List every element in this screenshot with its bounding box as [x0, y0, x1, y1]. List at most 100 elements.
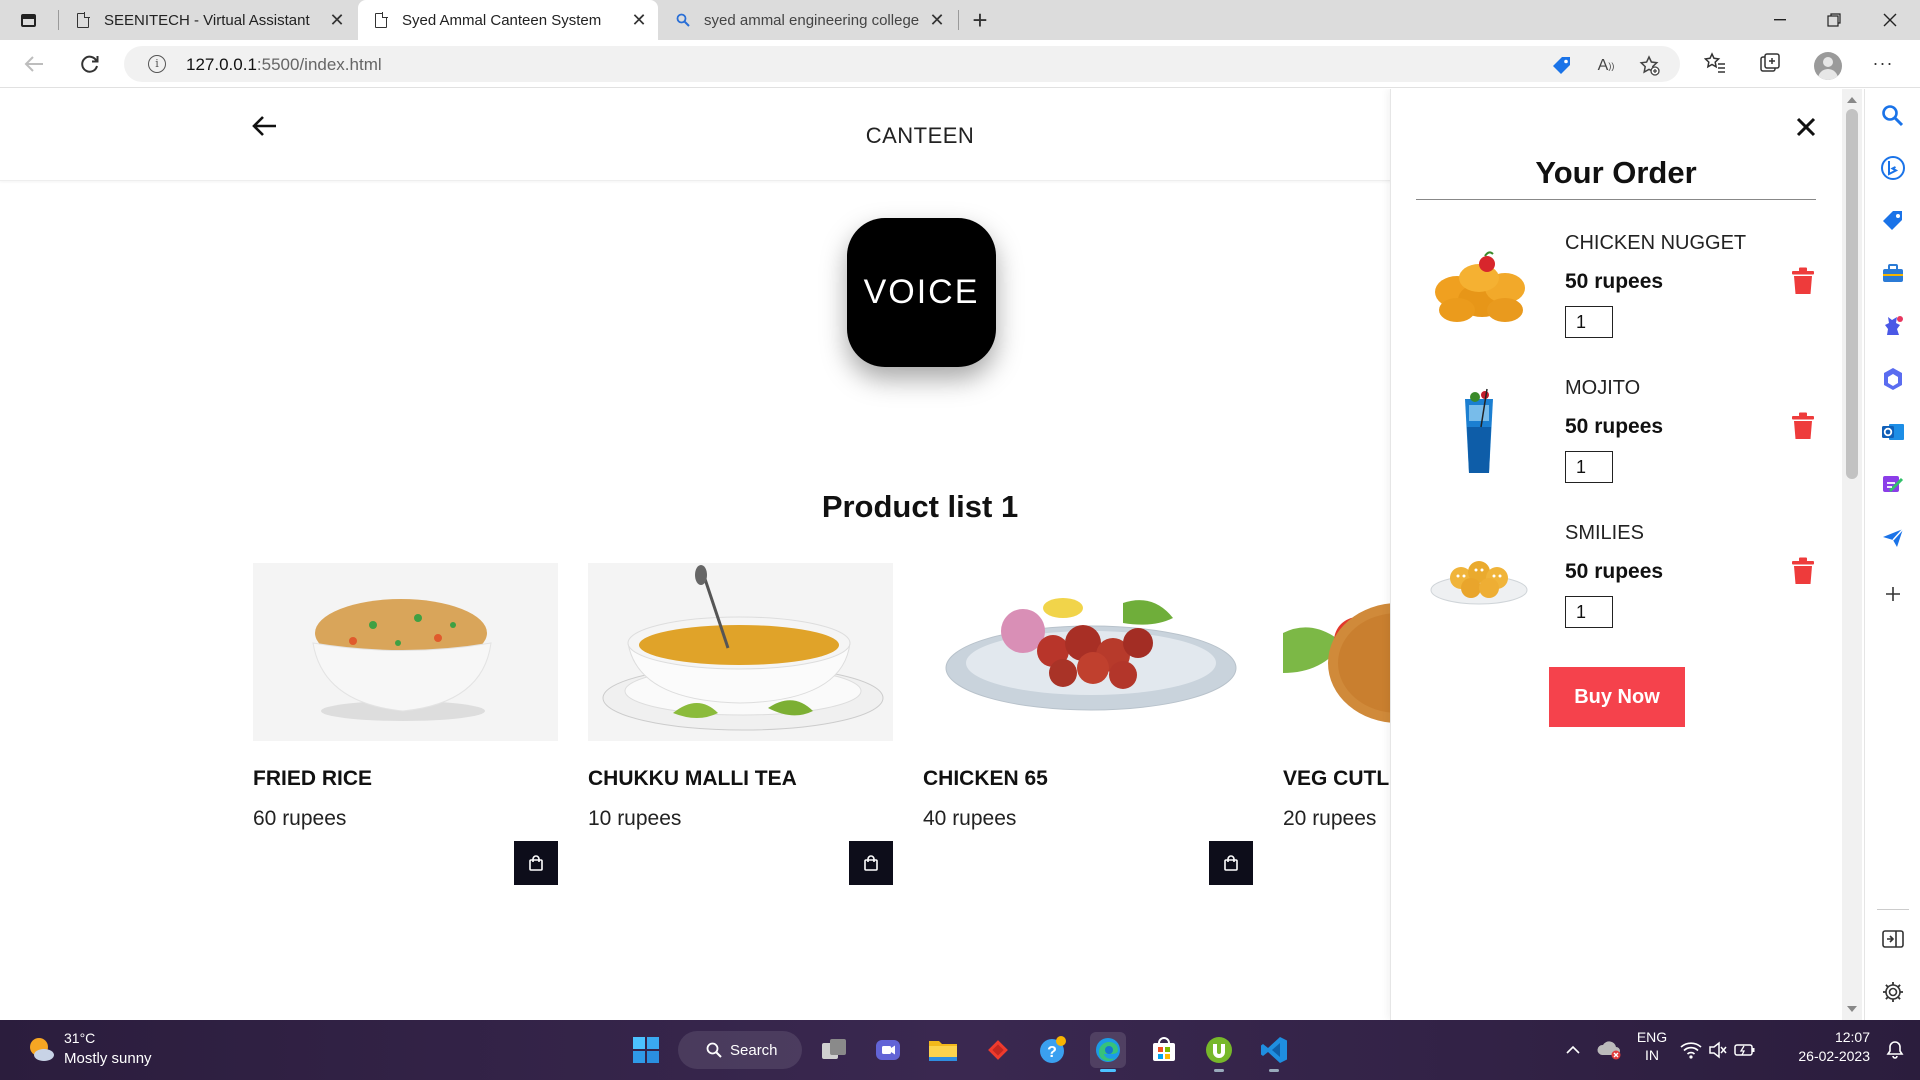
order-item-name: CHICKEN NUGGET — [1565, 232, 1747, 254]
hide-sidebar-icon[interactable] — [1880, 926, 1906, 952]
add-to-cart-button[interactable] — [1209, 841, 1253, 885]
edge-browser-icon[interactable] — [1090, 1032, 1126, 1072]
buy-now-button[interactable]: Buy Now — [1549, 667, 1685, 727]
order-item: MOJITO 50 rupees — [1427, 377, 1827, 497]
close-tab-icon[interactable]: ✕ — [324, 7, 350, 33]
tab-search-results[interactable]: syed ammal engineering college ✕ — [660, 0, 956, 40]
speaker-muted-icon — [1709, 1041, 1727, 1059]
tools-icon[interactable] — [1880, 261, 1906, 287]
close-tab-icon[interactable]: ✕ — [924, 7, 950, 33]
back-button[interactable] — [18, 48, 50, 80]
scroll-thumb[interactable] — [1846, 109, 1858, 479]
clock-time: 12:07 — [1834, 1029, 1870, 1045]
mojito-image — [1427, 387, 1531, 477]
start-button[interactable] — [628, 1032, 664, 1068]
onedrive-status-icon[interactable] — [1594, 1032, 1624, 1068]
smilies-image — [1427, 532, 1531, 622]
weather-sun-icon[interactable] — [26, 1034, 56, 1064]
close-order-panel-icon[interactable] — [1795, 116, 1821, 142]
minimize-button[interactable] — [1752, 0, 1808, 40]
clock-date: 26-02-2023 — [1798, 1048, 1870, 1064]
add-sidebar-app-icon[interactable] — [1880, 581, 1906, 607]
product-name: FRIED RICE — [253, 767, 373, 790]
order-item: CHICKEN NUGGET 50 rupees — [1427, 232, 1827, 352]
add-to-cart-button[interactable] — [514, 841, 558, 885]
shopping-icon[interactable] — [1880, 208, 1906, 234]
utorrent-icon[interactable] — [1201, 1032, 1237, 1072]
quick-settings-tray[interactable] — [1680, 1032, 1756, 1068]
active-app-indicator — [1100, 1069, 1116, 1072]
scroll-up-arrow[interactable] — [1847, 97, 1857, 103]
refresh-button[interactable] — [74, 48, 106, 80]
tea-cup-image — [588, 563, 893, 741]
windows-taskbar: 31°C Mostly sunny Search ? ENG IN 12:07 … — [0, 1020, 1920, 1080]
send-icon[interactable] — [1880, 525, 1906, 551]
tab-title: SEENITECH - Virtual Assistant — [104, 11, 310, 29]
tab-seenitech[interactable]: SEENITECH - Virtual Assistant ✕ — [60, 0, 356, 40]
microsoft-365-icon[interactable] — [1880, 366, 1906, 392]
trash-icon[interactable] — [1791, 267, 1815, 295]
notifications-icon[interactable] — [1880, 1032, 1910, 1068]
weather-description: Mostly sunny — [64, 1050, 152, 1067]
tab-actions-button[interactable] — [16, 8, 40, 32]
edge-sidebar — [1864, 89, 1920, 1020]
tab-title: Syed Ammal Canteen System — [402, 11, 602, 29]
teams-chat-icon[interactable] — [870, 1032, 906, 1068]
order-item-name: SMILIES — [1565, 522, 1644, 544]
order-panel: Your Order CHICKEN NUGGET 50 rupees 1 MO… — [1390, 89, 1844, 1020]
shopping-bag-icon — [864, 855, 878, 871]
settings-menu-icon[interactable]: ··· — [1870, 50, 1896, 76]
tab-separator — [58, 10, 59, 30]
trash-icon[interactable] — [1791, 412, 1815, 440]
new-tab-button[interactable]: + — [964, 4, 996, 36]
address-bar-row: i 127.0.0.1:5500/index.html A)) ··· — [0, 40, 1920, 88]
shopping-tag-icon[interactable] — [1550, 54, 1574, 78]
quantity-input[interactable] — [1565, 596, 1613, 628]
page-scrollbar[interactable] — [1842, 89, 1862, 1020]
language-indicator[interactable]: ENG IN — [1634, 1029, 1670, 1063]
taskbar-search[interactable]: Search — [678, 1031, 802, 1069]
close-tab-icon[interactable]: ✕ — [626, 7, 652, 33]
running-app-indicator — [1214, 1069, 1224, 1072]
favorites-icon[interactable] — [1702, 50, 1728, 76]
close-window-button[interactable] — [1862, 0, 1918, 40]
chicken-65-image — [923, 563, 1253, 741]
product-card: CHICKEN 65 40 rupees — [923, 563, 1253, 885]
profile-avatar[interactable] — [1814, 52, 1842, 80]
fried-rice-image — [253, 563, 558, 741]
svg-text:?: ? — [1047, 1044, 1057, 1061]
quantity-input[interactable] — [1565, 306, 1613, 338]
quantity-input[interactable] — [1565, 451, 1613, 483]
add-favorite-icon[interactable] — [1638, 54, 1662, 78]
vscode-icon[interactable] — [1256, 1032, 1292, 1072]
search-icon — [706, 1042, 722, 1058]
taskbar-search-label: Search — [730, 1041, 778, 1059]
read-aloud-icon[interactable]: A)) — [1594, 54, 1618, 78]
anydesk-icon[interactable] — [980, 1032, 1016, 1068]
product-list-title: Product list 1 — [821, 489, 1019, 524]
clock[interactable]: 12:07 26-02-2023 — [1780, 1029, 1870, 1064]
task-view-icon[interactable] — [816, 1032, 852, 1068]
get-help-icon[interactable]: ? — [1035, 1032, 1071, 1068]
url-bar[interactable]: i 127.0.0.1:5500/index.html A)) — [124, 46, 1680, 82]
search-icon[interactable] — [1880, 103, 1906, 129]
restore-button[interactable] — [1806, 0, 1862, 40]
trash-icon[interactable] — [1791, 557, 1815, 585]
back-arrow-icon[interactable] — [252, 115, 286, 145]
games-icon[interactable] — [1880, 313, 1906, 339]
settings-gear-icon[interactable] — [1880, 979, 1906, 1005]
order-title: Your Order — [1416, 155, 1816, 200]
site-info-icon[interactable]: i — [148, 55, 166, 73]
tab-canteen-system[interactable]: Syed Ammal Canteen System ✕ — [358, 0, 658, 40]
product-name: CHUKKU MALLI TEA — [588, 767, 797, 790]
outlook-icon[interactable] — [1880, 419, 1906, 445]
scroll-down-arrow[interactable] — [1847, 1006, 1857, 1012]
collections-icon[interactable] — [1757, 50, 1783, 76]
bing-chat-icon[interactable] — [1880, 155, 1906, 181]
file-explorer-icon[interactable] — [925, 1032, 961, 1068]
drop-icon[interactable] — [1880, 471, 1906, 497]
microsoft-store-icon[interactable] — [1146, 1032, 1182, 1068]
add-to-cart-button[interactable] — [849, 841, 893, 885]
show-hidden-icons-chevron[interactable] — [1560, 1032, 1586, 1068]
voice-button[interactable]: VOICE — [847, 218, 996, 367]
